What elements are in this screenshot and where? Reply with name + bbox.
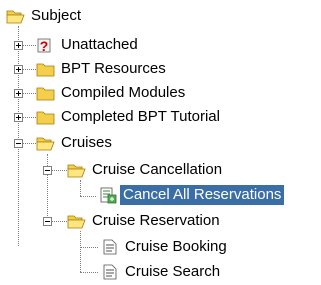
tree-connector-reservation (80, 231, 81, 272)
tree-node-label: BPT Resources (61, 60, 166, 77)
tree-node-label-selected: Cancel All Reservations (120, 185, 285, 205)
tree-node-unattached[interactable]: ? Unattached (36, 34, 141, 56)
tree-connector (80, 247, 98, 248)
collapse-toggle-cruise-reservation[interactable] (43, 217, 52, 226)
tree-node-label: Cruise Search (125, 263, 221, 280)
tree-connector-cruises (47, 154, 48, 222)
folder-icon (36, 108, 56, 126)
document-icon (100, 263, 120, 281)
tree-connector (80, 272, 98, 273)
test-plan-tree: Subject ? Unattached BPT Resources Compi… (0, 0, 321, 284)
expand-toggle-completed-bpt-tutorial[interactable] (14, 113, 23, 122)
collapse-toggle-cruises[interactable] (14, 139, 23, 148)
expand-toggle-unattached[interactable] (14, 41, 23, 50)
folder-icon (36, 60, 56, 78)
open-folder-icon (67, 212, 87, 230)
tree-node-subject[interactable]: Subject (6, 5, 84, 27)
expand-toggle-bpt-resources[interactable] (14, 65, 23, 74)
tree-node-label: Cruise Cancellation (92, 161, 223, 178)
tree-node-compiled-modules[interactable]: Compiled Modules (36, 82, 188, 104)
tree-node-label: Completed BPT Tutorial (61, 108, 220, 125)
folder-icon (36, 84, 56, 102)
tree-node-cruise-cancellation[interactable]: Cruise Cancellation (67, 159, 225, 181)
tree-node-label: Compiled Modules (61, 84, 186, 101)
open-folder-icon (36, 134, 56, 152)
document-icon (100, 238, 120, 256)
business-component-icon (98, 186, 118, 204)
tree-node-cruises[interactable]: Cruises (36, 132, 115, 154)
tree-node-cancel-all-reservations[interactable]: Cancel All Reservations (98, 184, 285, 206)
tree-node-label: Unattached (61, 36, 138, 53)
tree-node-completed-bpt-tutorial[interactable]: Completed BPT Tutorial (36, 106, 223, 128)
svg-text:?: ? (40, 38, 49, 54)
tree-connector-cancellation (80, 180, 81, 196)
tree-node-cruise-reservation[interactable]: Cruise Reservation (67, 210, 223, 232)
open-folder-icon (67, 161, 87, 179)
unattached-question-icon: ? (36, 36, 56, 54)
open-folder-icon (6, 7, 26, 25)
tree-connector (80, 196, 96, 197)
tree-node-cruise-search[interactable]: Cruise Search (100, 261, 223, 283)
expand-toggle-compiled-modules[interactable] (14, 89, 23, 98)
collapse-toggle-cruise-cancellation[interactable] (43, 166, 52, 175)
tree-node-label: Subject (31, 7, 82, 24)
tree-node-label: Cruise Booking (125, 238, 227, 255)
tree-connector-root (18, 26, 19, 246)
tree-node-label: Cruise Reservation (92, 212, 220, 229)
tree-node-cruise-booking[interactable]: Cruise Booking (100, 236, 230, 258)
tree-node-label: Cruises (61, 134, 112, 151)
tree-node-bpt-resources[interactable]: BPT Resources (36, 58, 169, 80)
